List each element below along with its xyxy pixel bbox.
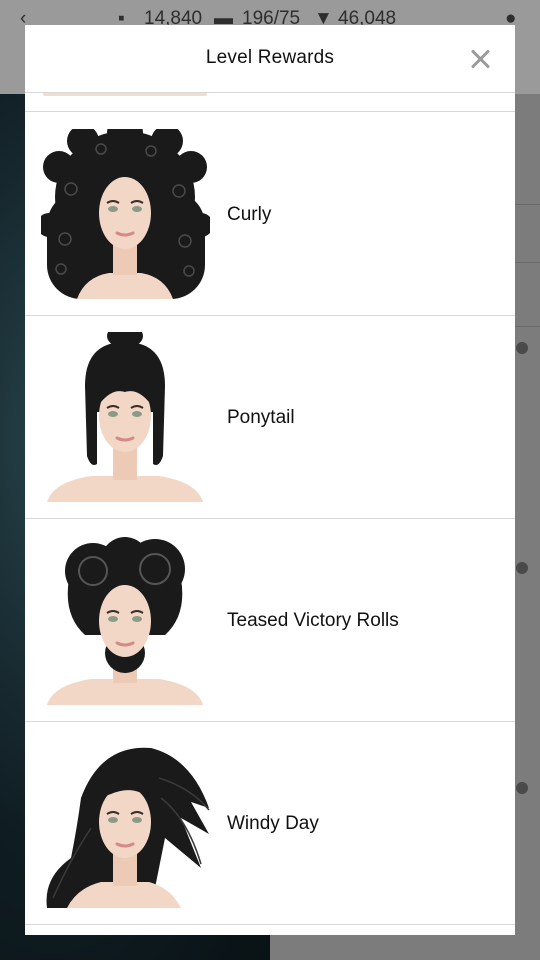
modal-title: Level Rewards: [205, 47, 335, 68]
victory-rolls-hair-thumbnail: [41, 535, 210, 705]
rewards-list[interactable]: Curly Ponytail Teased Victory Rolls Wind…: [25, 93, 515, 935]
ponytail-hair-thumbnail: [41, 332, 210, 502]
windy-day-hair-thumbnail: [41, 738, 210, 908]
curly-hair-thumbnail: [41, 129, 210, 299]
curly-hair-avatar: [41, 129, 210, 299]
windy-day-hair-avatar: [46, 747, 210, 908]
close-icon[interactable]: [467, 46, 493, 72]
reward-label: Teased Victory Rolls: [227, 609, 399, 631]
reward-item-teased-victory-rolls[interactable]: Teased Victory Rolls: [25, 519, 515, 722]
level-rewards-modal: Level Rewards Curly Ponytail Teased Vict…: [25, 25, 515, 935]
reward-item-windy-day[interactable]: Windy Day: [25, 722, 515, 925]
partial-thumbnail: [43, 93, 207, 96]
reward-item-curly[interactable]: Curly: [25, 113, 515, 316]
modal-header: Level Rewards: [25, 25, 515, 93]
reward-item-ponytail[interactable]: Ponytail: [25, 316, 515, 519]
reward-label: Curly: [227, 203, 272, 225]
reward-label: Windy Day: [227, 812, 319, 834]
list-item-partial: [25, 93, 515, 112]
ponytail-hair-avatar: [47, 332, 203, 502]
reward-label: Ponytail: [227, 406, 295, 428]
victory-rolls-hair-avatar: [47, 537, 203, 705]
